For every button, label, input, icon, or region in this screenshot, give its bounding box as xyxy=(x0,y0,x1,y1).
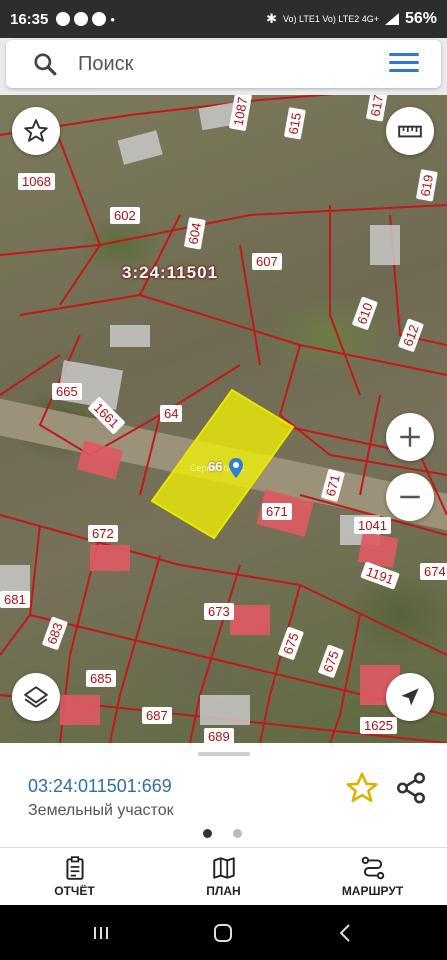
favorite-map-button[interactable] xyxy=(12,107,60,155)
bottom-toolbar: ОТЧЁТ ПЛАН МАРШРУТ xyxy=(0,847,447,905)
plan-label: ПЛАН xyxy=(206,884,241,898)
plot-label[interactable]: 607 xyxy=(252,253,282,270)
report-label: ОТЧЁТ xyxy=(54,884,95,898)
drag-handle[interactable] xyxy=(198,752,250,756)
plot-label[interactable]: 1625 xyxy=(360,717,397,734)
search-bar[interactable]: Поиск xyxy=(6,40,441,88)
layers-button[interactable] xyxy=(12,673,60,721)
status-bar: 16:35 • ✱ Vo) LTE1 Vo) LTE2 4G+ 56% xyxy=(0,0,447,38)
ruler-icon xyxy=(398,125,422,138)
message-icon xyxy=(74,12,89,26)
zoom-out-button[interactable] xyxy=(386,473,434,521)
share-icon[interactable] xyxy=(394,771,428,805)
plot-label[interactable]: 687 xyxy=(142,707,172,724)
parcel-info-sheet[interactable]: 03:24:011501:669 Земельный участок xyxy=(0,743,447,847)
status-dot: • xyxy=(110,11,115,27)
battery-percent: 56% xyxy=(404,10,437,27)
check-icon xyxy=(92,12,107,26)
clipboard-icon xyxy=(65,856,84,880)
plot-label[interactable]: 1068 xyxy=(18,173,55,190)
plot-label[interactable]: 689 xyxy=(204,728,234,743)
plus-icon xyxy=(400,427,420,447)
minus-icon xyxy=(400,495,420,499)
bluetooth-icon: ✱ xyxy=(266,11,277,26)
plot-label[interactable]: 674 xyxy=(420,563,447,580)
map-icon xyxy=(212,857,235,879)
plot-label[interactable]: 602 xyxy=(110,207,140,224)
search-input[interactable]: Поиск xyxy=(78,53,133,76)
favorite-star-icon[interactable] xyxy=(345,771,379,805)
back-icon[interactable] xyxy=(334,921,358,945)
plot-label[interactable]: 685 xyxy=(86,670,116,687)
plot-label[interactable]: 1041 xyxy=(354,517,391,534)
plot-label[interactable]: 681 xyxy=(0,591,30,608)
parcel-type: Земельный участок xyxy=(28,802,174,819)
system-nav-bar xyxy=(0,905,447,960)
star-icon xyxy=(24,119,48,142)
plot-label[interactable]: 665 xyxy=(52,383,82,400)
layers-icon xyxy=(24,686,48,708)
viber-icon xyxy=(56,12,71,26)
page-dot xyxy=(233,829,242,838)
recent-apps-icon[interactable] xyxy=(89,921,113,945)
navigation-arrow-icon xyxy=(401,688,419,706)
page-dot-active xyxy=(203,829,212,838)
cadastral-map[interactable]: 1068 602 1087 615 617 619 604 607 610 61… xyxy=(0,95,447,743)
plot-label[interactable]: 672 xyxy=(88,525,118,542)
route-icon xyxy=(361,856,384,880)
page-indicator xyxy=(203,829,242,838)
ruler-button[interactable] xyxy=(386,107,434,155)
cadastral-number: 03:24:011501:669 xyxy=(28,776,172,796)
search-icon[interactable] xyxy=(32,51,58,77)
location-pin-icon xyxy=(229,458,243,478)
status-time: 16:35 xyxy=(10,10,49,28)
network-label: Vo) LTE1 Vo) LTE2 4G+ xyxy=(283,14,379,24)
block-cadastral-label: 3:24:11501 xyxy=(122,263,219,282)
route-label: МАРШРУТ xyxy=(341,884,404,898)
plot-label[interactable]: 673 xyxy=(204,603,234,620)
zoom-in-button[interactable] xyxy=(386,413,434,461)
hamburger-menu-icon[interactable] xyxy=(389,53,419,75)
plan-button[interactable]: ПЛАН xyxy=(149,848,298,905)
home-icon[interactable] xyxy=(211,921,235,945)
my-location-button[interactable] xyxy=(386,673,434,721)
report-button[interactable]: ОТЧЁТ xyxy=(0,848,149,905)
signal-icon xyxy=(384,13,399,25)
route-button[interactable]: МАРШРУТ xyxy=(298,848,447,905)
